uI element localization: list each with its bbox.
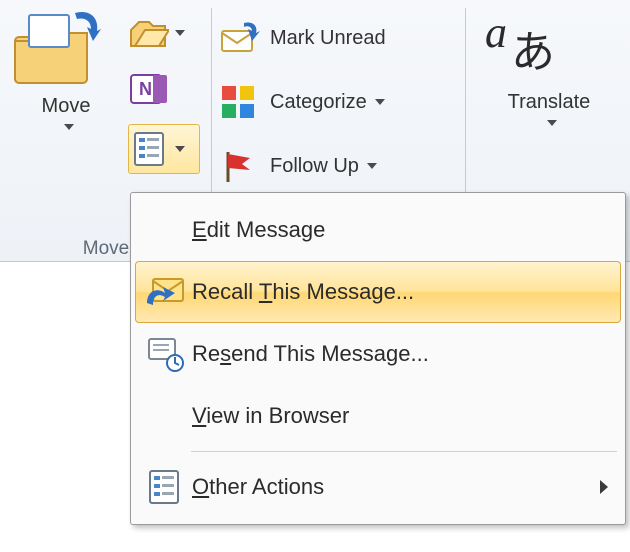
menu-item-view-in-browser[interactable]: View in Browser	[135, 385, 621, 447]
onenote-icon: N	[129, 71, 169, 107]
actions-split-button[interactable]	[128, 124, 200, 174]
dropdown-caret-icon	[175, 30, 185, 36]
menu-item-label: Edit Message	[192, 217, 614, 243]
follow-up-button[interactable]: Follow Up	[220, 140, 377, 192]
menu-item-resend-message[interactable]: Resend This Message...	[135, 323, 621, 385]
categorize-button[interactable]: Categorize	[220, 76, 385, 128]
svg-text:あ: あ	[511, 28, 555, 77]
flag-icon	[220, 148, 260, 184]
resend-icon	[140, 335, 192, 373]
move-label: Move	[11, 95, 121, 117]
recall-envelope-icon	[140, 273, 192, 311]
dropdown-caret-icon	[175, 146, 185, 152]
menu-item-edit-message[interactable]: Edit Message	[135, 199, 621, 261]
actions-menu: Edit Message Recall This Message... Rese…	[130, 192, 626, 525]
mark-unread-button[interactable]: Mark Unread	[220, 12, 386, 64]
envelope-unread-icon	[220, 21, 260, 55]
move-button[interactable]: Move	[10, 6, 122, 198]
menu-separator	[191, 451, 617, 452]
dropdown-caret-icon	[11, 119, 121, 133]
menu-item-label: Other Actions	[192, 474, 600, 500]
menu-item-recall-message[interactable]: Recall This Message...	[135, 261, 621, 323]
mark-unread-label: Mark Unread	[270, 27, 386, 50]
actions-list-icon	[133, 131, 169, 167]
actions-list-icon	[140, 469, 192, 505]
menu-item-other-actions[interactable]: Other Actions	[135, 456, 621, 518]
move-folder-icon	[11, 7, 121, 89]
svg-text:N: N	[139, 79, 152, 99]
onenote-button[interactable]: N	[128, 66, 200, 112]
submenu-arrow-icon	[600, 480, 608, 494]
translate-button[interactable]: a あ Translate	[480, 6, 618, 198]
dropdown-caret-icon	[367, 163, 377, 169]
open-folder-icon	[129, 16, 169, 50]
follow-up-label: Follow Up	[270, 155, 359, 178]
translate-icon: a あ	[481, 7, 617, 85]
menu-item-label: Recall This Message...	[192, 279, 614, 305]
menu-item-label: Resend This Message...	[192, 341, 614, 367]
translate-label: Translate	[481, 91, 617, 113]
menu-item-label: View in Browser	[192, 403, 614, 429]
move-to-folder-button[interactable]	[128, 10, 200, 56]
categorize-icon	[220, 84, 260, 120]
dropdown-caret-icon	[481, 115, 617, 129]
dropdown-caret-icon	[375, 99, 385, 105]
categorize-label: Categorize	[270, 91, 367, 114]
svg-text:a: a	[485, 8, 507, 57]
